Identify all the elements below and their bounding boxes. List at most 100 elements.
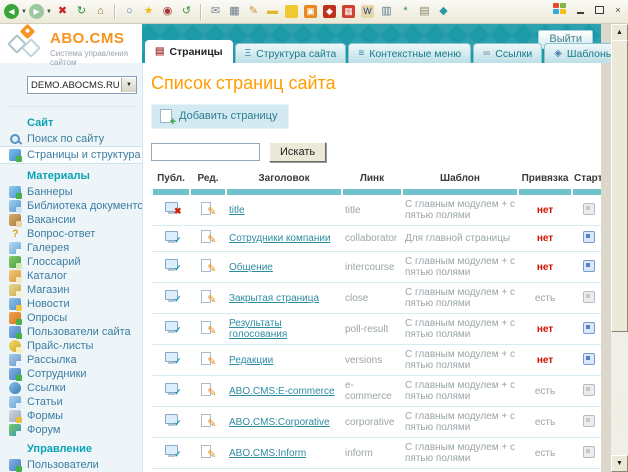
favorites-icon[interactable]: ★ <box>140 3 157 20</box>
start-page-toggle-icon[interactable] <box>583 231 595 243</box>
start-page-toggle-icon[interactable] <box>583 260 595 272</box>
start-page-toggle-icon[interactable] <box>583 322 595 334</box>
published-icon[interactable]: ✓ <box>163 231 180 244</box>
history-icon[interactable]: ↺ <box>178 3 195 20</box>
sidebar-item-catalog[interactable]: Каталог <box>0 269 142 283</box>
edit-icon[interactable]: ✎ <box>201 202 216 216</box>
select-dropdown-icon[interactable]: ▼ <box>121 78 136 92</box>
sidebar-item-gallery[interactable]: Галерея <box>0 241 142 255</box>
discuss-icon[interactable]: ▬ <box>264 3 281 20</box>
forward-dropdown-icon[interactable]: ▼ <box>45 3 53 20</box>
edit-icon[interactable]: ✎ <box>245 3 262 20</box>
folders-icon[interactable]: ▣ <box>304 5 317 18</box>
realplayer-icon[interactable]: ◆ <box>323 5 336 18</box>
sidebar-item-site-users[interactable]: Пользователи сайта <box>0 325 142 339</box>
page-title-link[interactable]: Сотрудники компании <box>229 233 331 244</box>
start-page-toggle-icon[interactable] <box>583 446 595 458</box>
refresh-icon[interactable]: ↻ <box>73 3 90 20</box>
published-icon[interactable]: ✓ <box>163 445 180 458</box>
sidebar-item-price[interactable]: Прайс-листы <box>0 339 142 353</box>
sidebar-item-search[interactable]: Поиск по сайту <box>0 132 142 146</box>
start-page-toggle-icon[interactable] <box>583 384 595 396</box>
sidebar-item-library[interactable]: Библиотека документов <box>0 199 142 213</box>
sidebar-item-articles[interactable]: Статьи <box>0 395 142 409</box>
edit-icon[interactable]: ✎ <box>201 414 216 428</box>
sidebar-item-pages[interactable]: Страницы и структура <box>0 146 142 164</box>
vertical-scrollbar[interactable]: ▲ ▼ <box>611 24 628 472</box>
published-icon[interactable]: ✓ <box>163 352 180 365</box>
start-page-toggle-icon[interactable] <box>583 291 595 303</box>
scroll-thumb[interactable] <box>611 40 628 332</box>
sidebar-item-forum[interactable]: Форум <box>0 423 142 437</box>
edit-icon[interactable]: ✎ <box>201 290 216 304</box>
page-title-link[interactable]: ABO.CMS:E-commerce <box>229 386 335 397</box>
binding-value: нет <box>537 262 553 273</box>
sidebar-item-shop[interactable]: Магазин <box>0 283 142 297</box>
edit-icon[interactable]: ✎ <box>201 445 216 459</box>
scroll-down-icon[interactable]: ▼ <box>611 455 628 472</box>
edit-icon[interactable]: ✎ <box>201 230 216 244</box>
sidebar-item-users[interactable]: Пользователи <box>0 458 142 472</box>
published-icon[interactable]: ✓ <box>163 414 180 427</box>
edit-icon[interactable]: ✎ <box>201 321 216 335</box>
msn-icon[interactable]: * <box>397 3 414 20</box>
sidebar-item-glossary[interactable]: Глоссарий <box>0 255 142 269</box>
research-icon[interactable]: ▥ <box>378 3 395 20</box>
page-title-link[interactable]: ABO.CMS:Corporative <box>229 417 330 428</box>
tab-Страницы[interactable]: ▤Страницы <box>145 40 233 63</box>
mail-icon[interactable]: ✉ <box>207 3 224 20</box>
sidebar-item-forms[interactable]: Формы <box>0 409 142 423</box>
media-icon[interactable]: ◉ <box>159 3 176 20</box>
minimize-button[interactable] <box>573 4 587 16</box>
forward-icon[interactable]: ▶ <box>29 4 44 19</box>
start-page-toggle-icon[interactable] <box>583 415 595 427</box>
sidebar-item-links[interactable]: Ссылки <box>0 381 142 395</box>
print-icon[interactable]: ▦ <box>226 3 243 20</box>
sidebar-item-news[interactable]: Новости <box>0 297 142 311</box>
scroll-up-icon[interactable]: ▲ <box>611 24 628 41</box>
word-icon[interactable]: W <box>361 5 374 18</box>
close-button[interactable]: × <box>611 4 625 16</box>
stop-icon[interactable]: ✖ <box>54 3 71 20</box>
published-icon[interactable]: ✓ <box>163 290 180 303</box>
search-input[interactable] <box>151 143 260 161</box>
other-tool-icon[interactable]: ◆ <box>435 3 452 20</box>
restore-button[interactable] <box>592 4 606 16</box>
published-icon[interactable]: ✓ <box>163 383 180 396</box>
home-icon[interactable]: ⌂ <box>92 3 109 20</box>
site-select[interactable]: DEMO.ABOCMS.RU (Русский) ▼ <box>27 76 137 94</box>
search-button[interactable]: Искать <box>269 142 326 162</box>
tab-Ссылки[interactable]: ∞Ссылки <box>473 43 542 63</box>
sidebar-item-vacancies[interactable]: Вакансии <box>0 213 142 227</box>
sidebar-item-banners[interactable]: Баннеры <box>0 185 142 199</box>
page-title-link[interactable]: Общение <box>229 262 273 273</box>
tab-Структура сайта[interactable]: ΞСтруктура сайта <box>235 43 347 63</box>
tab-Контекстные меню[interactable]: ≡Контекстные меню <box>348 43 471 63</box>
published-icon[interactable]: ✓ <box>163 321 180 334</box>
page-title-link[interactable]: Результаты голосования <box>229 318 287 340</box>
search-icon[interactable]: ○ <box>121 3 138 20</box>
sidebar-item-polls[interactable]: Опросы <box>0 311 142 325</box>
sidebar-item-staff[interactable]: Сотрудники <box>0 367 142 381</box>
start-page-toggle-icon[interactable] <box>583 203 595 215</box>
forms-icon <box>9 410 21 422</box>
messenger-icon[interactable] <box>285 5 298 18</box>
edit-icon[interactable]: ✎ <box>201 259 216 273</box>
published-icon[interactable]: ✓ <box>163 259 180 272</box>
start-page-toggle-icon[interactable] <box>583 353 595 365</box>
back-icon[interactable]: ◀ <box>4 4 19 19</box>
back-dropdown-icon[interactable]: ▼ <box>20 3 28 20</box>
add-page-button[interactable]: Добавить страницу <box>151 104 289 129</box>
edit-icon[interactable]: ✎ <box>201 383 216 397</box>
sidebar-item-qa[interactable]: Вопрос-ответ <box>0 227 142 241</box>
sidebar-item-mailing[interactable]: Рассылка <box>0 353 142 367</box>
page-title-link[interactable]: ABO.CMS:Inform <box>229 448 306 459</box>
page-title-link[interactable]: title <box>229 205 245 216</box>
page-title-link[interactable]: Редакции <box>229 355 273 366</box>
quicktime-icon[interactable]: ▦ <box>342 5 355 18</box>
unpublished-icon[interactable]: ✖ <box>163 202 180 215</box>
page-title-link[interactable]: Закрытая страница <box>229 293 319 304</box>
sidebar-item-label: Магазин <box>27 284 69 296</box>
notebook-icon[interactable]: ▤ <box>416 3 433 20</box>
edit-icon[interactable]: ✎ <box>201 352 216 366</box>
